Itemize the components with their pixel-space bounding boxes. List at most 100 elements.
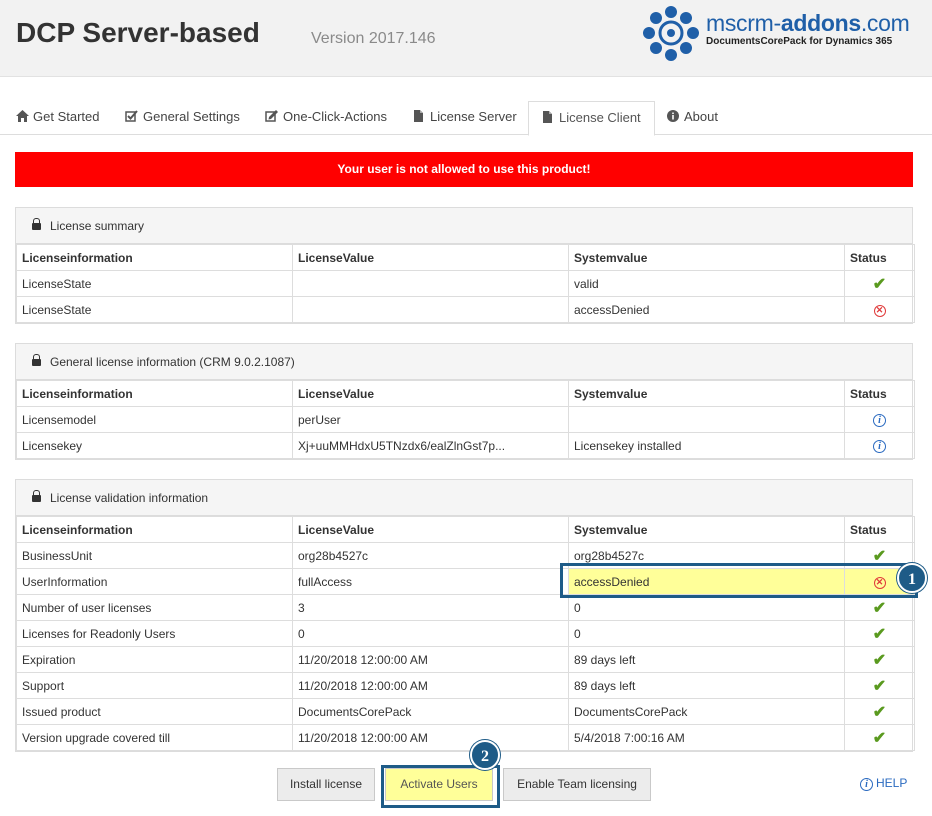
column-header: LicenseValue <box>292 380 569 407</box>
checkmark-icon: ✔ <box>872 677 887 695</box>
error-circle-icon: ✕ <box>873 305 886 317</box>
column-header: Systemvalue <box>568 516 845 543</box>
cell-status[interactable]: i <box>844 406 915 433</box>
activate-users-button[interactable]: Activate Users <box>385 768 493 801</box>
table-header-row: Licenseinformation LicenseValue Systemva… <box>16 244 915 271</box>
panel-header: License summary <box>16 208 912 244</box>
document-icon <box>543 111 552 123</box>
column-header: Systemvalue <box>568 244 845 271</box>
cell-value: 11/20/2018 12:00:00 AM <box>292 672 569 699</box>
tab-about[interactable]: About <box>667 101 718 135</box>
table-row: Licensemodel perUser i <box>16 406 915 433</box>
cell-system: 89 days left <box>568 646 845 673</box>
tab-license-server[interactable]: License Server <box>413 101 517 135</box>
info-icon: i <box>860 778 873 791</box>
cell-status: ✔ <box>844 724 915 751</box>
cell-info: Licensekey <box>16 432 293 459</box>
column-header: LicenseValue <box>292 244 569 271</box>
general-license-table: Licenseinformation LicenseValue Systemva… <box>16 380 915 459</box>
cell-status: ✔ <box>844 672 915 699</box>
cell-info: LicenseState <box>16 296 293 323</box>
panel-title: License summary <box>50 219 145 233</box>
column-header: Systemvalue <box>568 380 845 407</box>
lock-icon <box>32 490 41 502</box>
cell-status: ✕ <box>844 296 915 323</box>
cell-status[interactable]: i <box>844 432 915 459</box>
column-header: Status <box>844 516 915 543</box>
cell-status: ✔ <box>844 646 915 673</box>
table-row: Support 11/20/2018 12:00:00 AM 89 days l… <box>16 672 915 699</box>
checkmark-icon: ✔ <box>872 651 887 669</box>
table-row: Expiration 11/20/2018 12:00:00 AM 89 day… <box>16 646 915 673</box>
cell-value: 11/20/2018 12:00:00 AM <box>292 646 569 673</box>
table-header-row: Licenseinformation LicenseValue Systemva… <box>16 380 915 407</box>
license-validation-panel: License validation information Licensein… <box>15 479 915 752</box>
table-row: Version upgrade covered till 11/20/2018 … <box>16 724 915 751</box>
logo-wordmark: mscrm-addons.com <box>706 10 910 36</box>
cell-info: Version upgrade covered till <box>16 724 293 751</box>
panel-header: General license information (CRM 9.0.2.1… <box>16 344 912 380</box>
license-summary-table: Licenseinformation LicenseValue Systemva… <box>16 244 915 323</box>
document-icon <box>414 110 423 122</box>
cell-status: ✔ <box>844 594 915 621</box>
cell-status: ✔ <box>844 698 915 725</box>
table-header-row: Licenseinformation LicenseValue Systemva… <box>16 516 915 543</box>
column-header: Licenseinformation <box>16 516 293 543</box>
checkmark-icon: ✔ <box>872 703 887 721</box>
cell-value: 11/20/2018 12:00:00 AM <box>292 724 569 751</box>
license-validation-table: Licenseinformation LicenseValue Systemva… <box>16 516 915 751</box>
tab-bar: Get Started General Settings One-Click-A… <box>0 101 932 136</box>
column-header: Status <box>844 380 915 407</box>
cell-info: Issued product <box>16 698 293 725</box>
column-header: Licenseinformation <box>16 380 293 407</box>
column-header: LicenseValue <box>292 516 569 543</box>
tab-license-client[interactable]: License Client <box>528 101 655 136</box>
cell-system: 5/4/2018 7:00:16 AM <box>568 724 845 751</box>
tab-get-started[interactable]: Get Started <box>16 101 99 135</box>
page-title: DCP Server-based <box>16 17 260 48</box>
checkmark-icon: ✔ <box>872 625 887 643</box>
cell-system: valid <box>568 270 845 297</box>
help-link[interactable]: i HELP <box>860 776 907 791</box>
info-icon[interactable]: i <box>873 414 886 427</box>
tab-label: One-Click-Actions <box>283 109 388 124</box>
logo-subtitle: DocumentsCorePack for Dynamics 365 <box>706 36 893 47</box>
table-row: LicenseState valid ✔ <box>16 270 915 297</box>
panel-title: General license information (CRM 9.0.2.1… <box>50 355 295 369</box>
app-header: DCP Server-based Version 2017.146 mscrm-… <box>0 0 932 77</box>
tab-general-settings[interactable]: General Settings <box>125 101 240 135</box>
error-alert: Your user is not allowed to use this pro… <box>15 152 913 187</box>
tab-label: About <box>684 109 718 124</box>
tab-one-click-actions[interactable]: One-Click-Actions <box>265 101 387 135</box>
checkbox-icon <box>125 110 138 122</box>
tab-label: License Server <box>430 109 517 124</box>
table-row: Licenses for Readonly Users 0 0 ✔ <box>16 620 915 647</box>
cell-value: perUser <box>292 406 569 433</box>
enable-team-licensing-button[interactable]: Enable Team licensing <box>503 768 651 801</box>
cell-system <box>568 406 845 433</box>
cell-value: 3 <box>292 594 569 621</box>
general-license-panel: General license information (CRM 9.0.2.1… <box>15 343 915 460</box>
cell-info: UserInformation <box>16 568 293 595</box>
cell-system: Licensekey installed <box>568 432 845 459</box>
column-header: Licenseinformation <box>16 244 293 271</box>
install-license-button[interactable]: Install license <box>277 768 375 801</box>
table-row: LicenseState accessDenied ✕ <box>16 296 915 323</box>
checkmark-icon: ✔ <box>872 547 887 565</box>
license-summary-panel: License summary Licenseinformation Licen… <box>15 207 915 324</box>
info-icon[interactable]: i <box>873 440 886 453</box>
cell-system: DocumentsCorePack <box>568 698 845 725</box>
cell-status: ✔ <box>844 270 915 297</box>
callout-badge: 1 <box>897 563 927 593</box>
checkmark-icon: ✔ <box>872 599 887 617</box>
checkmark-icon: ✔ <box>872 729 887 747</box>
checkmark-icon: ✔ <box>872 275 887 293</box>
cell-system: accessDenied <box>568 296 845 323</box>
home-icon <box>16 110 29 122</box>
mscrm-addons-logo: mscrm-addons.com DocumentsCorePack for D… <box>640 4 910 66</box>
info-circle-icon <box>667 110 679 122</box>
tab-label: License Client <box>559 110 641 125</box>
edit-check-icon <box>265 110 278 122</box>
table-row: Issued product DocumentsCorePack Documen… <box>16 698 915 725</box>
cell-info: Expiration <box>16 646 293 673</box>
